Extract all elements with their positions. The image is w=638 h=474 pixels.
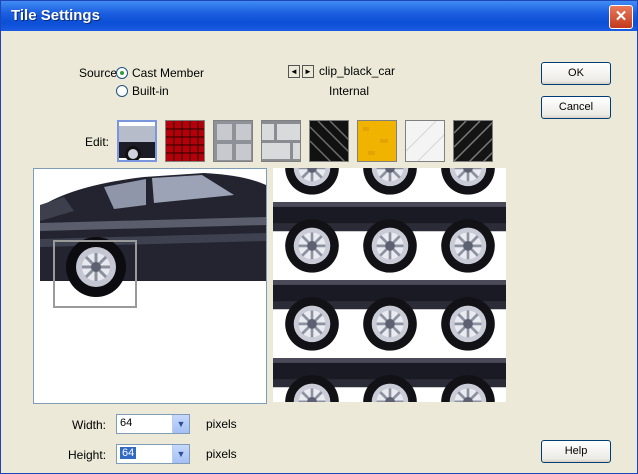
- member-name: clip_black_car: [319, 64, 396, 78]
- member-location: Internal: [329, 84, 370, 98]
- width-combobox[interactable]: 64 ▼: [116, 414, 190, 434]
- height-value[interactable]: 64: [120, 447, 137, 459]
- title-bar[interactable]: Tile Settings ✕: [1, 1, 637, 31]
- swatch-gray-brick[interactable]: [261, 120, 301, 162]
- height-label: Height:: [68, 448, 107, 462]
- swatch-red-grid[interactable]: [165, 120, 205, 162]
- swatch-white[interactable]: [405, 120, 445, 162]
- next-arrow-icon[interactable]: ►: [302, 65, 314, 78]
- source-label: Source:: [79, 66, 121, 80]
- tile-settings-dialog: Tile Settings ✕ Source: Cast Member Buil…: [0, 0, 638, 474]
- source-image-preview[interactable]: [33, 168, 267, 404]
- width-unit: pixels: [206, 417, 237, 431]
- help-button[interactable]: Help: [541, 440, 611, 463]
- radio-cast-member[interactable]: [116, 67, 128, 79]
- prev-arrow-icon[interactable]: ◄: [288, 65, 300, 78]
- car-image: [34, 169, 266, 403]
- swatch-black-stripes[interactable]: [309, 120, 349, 162]
- ok-button[interactable]: OK: [541, 62, 611, 85]
- edit-label: Edit:: [85, 135, 110, 149]
- height-combobox[interactable]: 64 ▼: [116, 444, 190, 464]
- swatch-black-diagonal[interactable]: [453, 120, 493, 162]
- swatch-yellow[interactable]: [357, 120, 397, 162]
- swatch-car[interactable]: [117, 120, 157, 162]
- height-unit: pixels: [206, 447, 237, 461]
- swatch-gray-panels[interactable]: [213, 120, 253, 162]
- dropdown-arrow-icon[interactable]: ▼: [172, 415, 189, 433]
- radio-built-in-label[interactable]: Built-in: [132, 84, 169, 98]
- tiled-preview: [273, 168, 506, 402]
- radio-cast-member-label[interactable]: Cast Member: [132, 66, 204, 80]
- dialog-title: Tile Settings: [11, 7, 100, 24]
- radio-built-in[interactable]: [116, 85, 128, 97]
- width-value[interactable]: 64: [120, 417, 132, 429]
- cancel-button[interactable]: Cancel: [541, 96, 611, 119]
- close-icon[interactable]: ✕: [609, 5, 633, 29]
- dropdown-arrow-icon[interactable]: ▼: [172, 445, 189, 463]
- width-label: Width:: [72, 418, 107, 432]
